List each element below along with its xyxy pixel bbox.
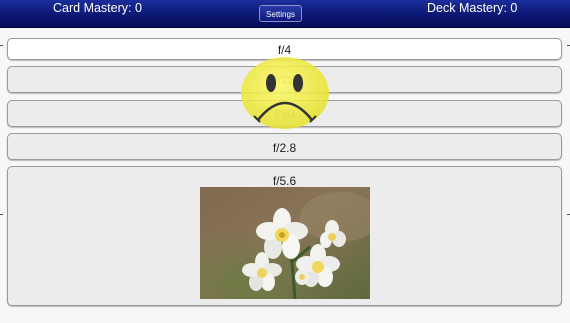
edge-tick: [0, 214, 3, 215]
answer-label: f/5.6: [272, 174, 297, 188]
edge-tick: [0, 45, 3, 46]
answer-option-1[interactable]: f/4: [7, 38, 562, 60]
settings-button[interactable]: Settings: [259, 5, 302, 22]
answer-option-4[interactable]: f/2.8: [7, 133, 562, 160]
answer-label: f/22: [274, 73, 295, 87]
answer-option-2[interactable]: f/22: [7, 66, 562, 93]
daffodil-flower-photo: [200, 187, 370, 299]
deck-mastery-label: Deck Mastery: 0: [427, 1, 518, 15]
answer-label: f/4: [277, 43, 292, 57]
card-mastery-label: Card Mastery: 0: [53, 1, 142, 15]
answer-option-3[interactable]: f/90: [7, 100, 562, 127]
answer-option-5[interactable]: f/5.6: [7, 166, 562, 306]
top-bar: Card Mastery: 0 Settings Deck Mastery: 0: [0, 0, 570, 28]
answer-label: f/2.8: [272, 141, 297, 155]
answer-label: f/90: [274, 107, 295, 121]
